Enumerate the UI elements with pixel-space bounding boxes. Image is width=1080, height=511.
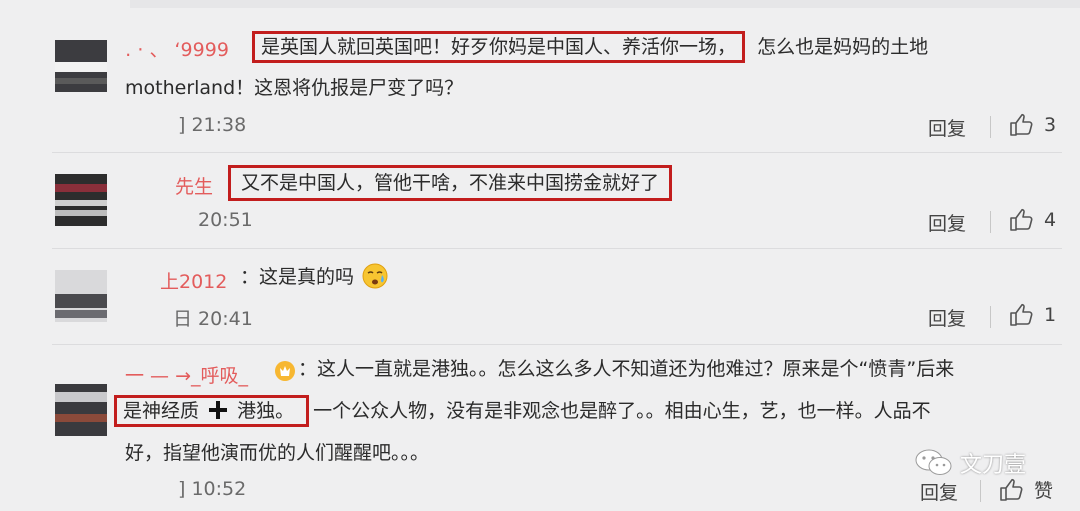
reply-button[interactable]: 回复	[928, 209, 966, 236]
like-count: 3	[1044, 114, 1057, 136]
comment-text-continued: 怎么也是妈妈的土地	[757, 36, 929, 58]
thumbs-up-icon	[1010, 208, 1033, 231]
avatar[interactable]	[55, 174, 107, 226]
comment-text: 是英国人就回英国吧！好歹你妈是中国人、养活你一场， 怎么也是妈妈的土地	[250, 27, 928, 67]
avatar[interactable]	[55, 40, 107, 92]
watermark-text: 文刀壹	[960, 453, 1027, 478]
highlighted-text: 是英国人就回英国吧！好歹你妈是中国人、养活你一场，	[252, 31, 746, 63]
comment-timestamp: 20:51	[198, 209, 253, 231]
comment-4: 一 — →_呼吸_ ：这人一直就是港独。。怎么这么多人不知道还为他难过？原来是个…	[0, 344, 1080, 511]
highlighted-text-a: 是神经质	[123, 400, 200, 422]
comment-1: ․ · 、 ‘9999 是英国人就回英国吧！好歹你妈是中国人、养活你一场， 怎么…	[0, 0, 1080, 152]
comment-text-line3: 好，指望他演而优的人们醒醒吧。。。	[125, 442, 430, 464]
like-label: 赞	[1034, 480, 1054, 502]
highlighted-text-b: 港独。	[237, 400, 295, 422]
like-button[interactable]: 4	[1008, 207, 1056, 233]
comment-text-continued: 一个公众人物，没有是非观念也是醉了。。相由心生，艺，也一样。人品不	[313, 400, 931, 422]
comment-username[interactable]: 上2012	[160, 267, 227, 294]
avatar[interactable]	[55, 384, 107, 436]
comment-3: 上2012 ：这是真的吗 日 20:41 回复 1	[0, 248, 1080, 344]
plus-icon	[209, 401, 228, 419]
thumbs-up-icon	[1000, 478, 1023, 501]
comment-username[interactable]: ․ · 、 ‘9999	[125, 35, 229, 62]
crying-face-icon	[362, 263, 388, 289]
like-button[interactable]: 3	[1008, 112, 1056, 138]
comment-text-line2: motherland！这恩将仇报是尸变了吗？	[125, 77, 464, 99]
divider	[980, 480, 981, 502]
like-count: 1	[1044, 304, 1057, 326]
highlighted-text: 又不是中国人，管他干啥，不准来中国捞金就好了	[228, 165, 673, 201]
avatar[interactable]	[55, 270, 107, 322]
divider	[990, 116, 991, 138]
reply-button[interactable]: 回复	[928, 114, 966, 141]
reply-button[interactable]: 回复	[928, 304, 966, 331]
reply-button[interactable]: 回复	[920, 478, 958, 505]
like-button[interactable]: 1	[1008, 302, 1056, 328]
watermark: 文刀壹	[914, 447, 1026, 479]
comment-timestamp: ] 21:38	[178, 114, 247, 136]
thumbs-up-icon	[1010, 303, 1033, 326]
comment-text-line2: 是神经质 港独。 一个公众人物，没有是非观念也是醉了。。相由心生，艺，也一样。人…	[112, 391, 931, 431]
comment-text-line1: ：这人一直就是港独。。怎么这么多人不知道还为他难过？原来是个“愤青”后来	[298, 358, 955, 380]
like-count: 4	[1044, 209, 1057, 231]
comment-text-content: ：这是真的吗	[240, 266, 355, 288]
comment-username[interactable]: 一 — →_呼吸_	[125, 361, 248, 388]
comment-timestamp: 日 20:41	[173, 308, 253, 330]
divider	[990, 306, 991, 328]
comment-2: 先生 又不是中国人，管他干啥，不准来中国捞金就好了 20:51 回复 4	[0, 152, 1080, 248]
comment-timestamp: ] 10:52	[178, 478, 247, 500]
like-button[interactable]: 赞	[998, 476, 1053, 503]
divider	[990, 211, 991, 233]
wechat-icon	[915, 449, 952, 475]
thumbs-up-icon	[1010, 113, 1033, 136]
highlighted-text: 是神经质 港独。	[114, 395, 310, 427]
vip-badge-icon	[275, 361, 295, 381]
comment-text: 又不是中国人，管他干啥，不准来中国捞金就好了	[226, 163, 673, 203]
comment-username[interactable]: 先生	[175, 172, 213, 199]
comment-text: ：这是真的吗	[240, 257, 388, 297]
